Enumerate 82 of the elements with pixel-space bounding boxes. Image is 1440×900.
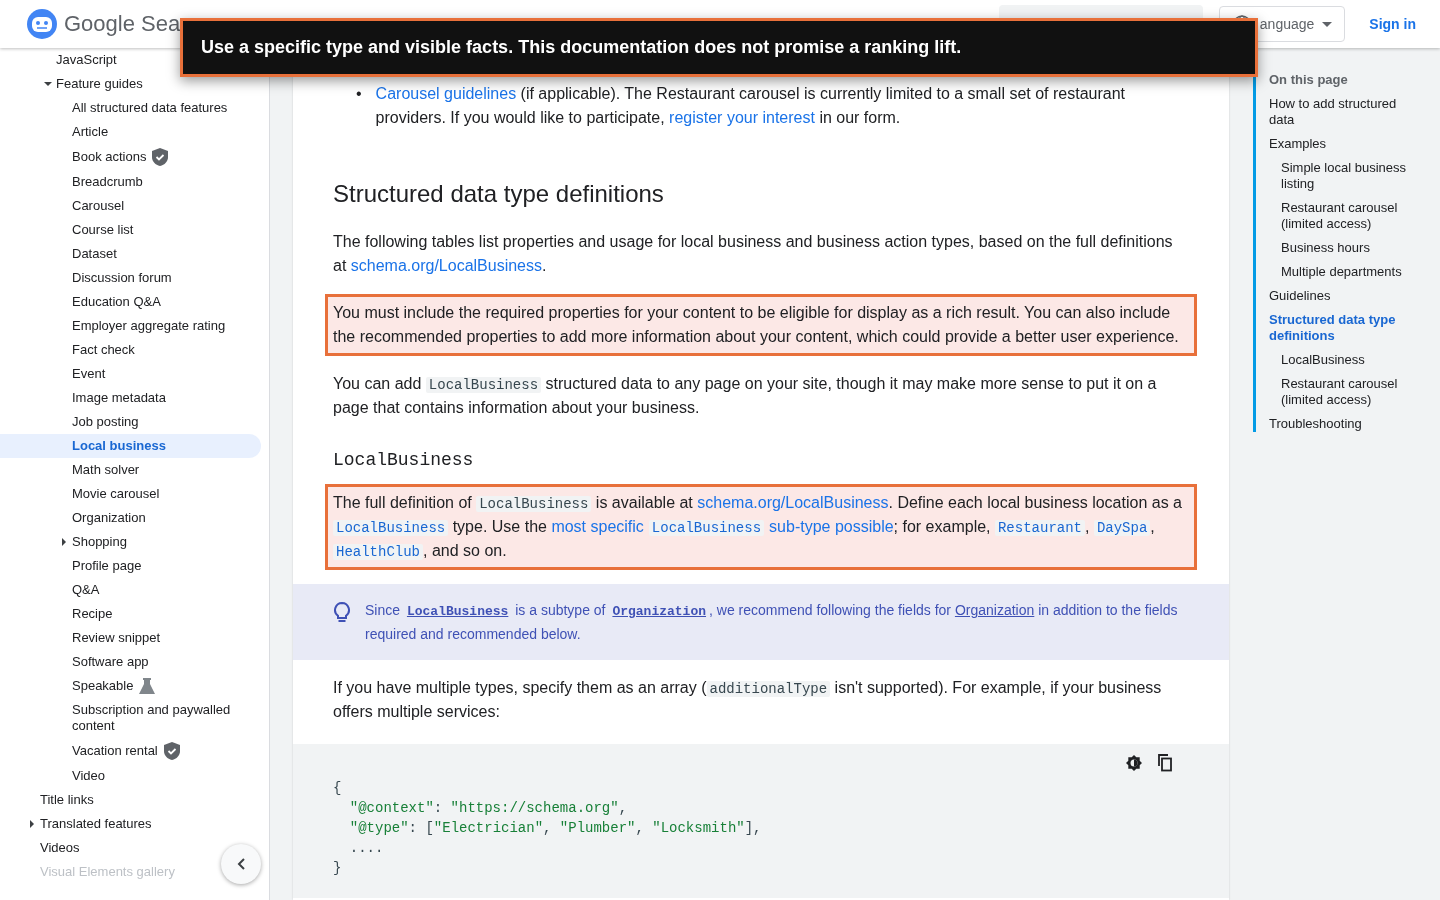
sidebar-item[interactable]: Fact check — [0, 338, 147, 362]
sidebar-item[interactable]: Subscription and paywalled content — [0, 698, 261, 738]
text-link[interactable]: register your interest — [669, 109, 815, 126]
bullet-marker: • — [356, 84, 362, 104]
subsection-heading: LocalBusiness — [333, 449, 475, 472]
code-link[interactable]: Restaurant — [994, 520, 1085, 536]
lightbulb-icon — [333, 602, 351, 624]
sidebar-item[interactable]: Article — [0, 120, 121, 144]
collapsed-arrow-icon[interactable] — [28, 820, 36, 828]
paragraph: The following tables list properties and usage for local business and business action types, based on the full definitions at schema.org/LocalBusiness. — [333, 232, 1174, 276]
code-link[interactable]: LocalBusiness — [333, 520, 449, 536]
bullet-text: Carousel guidelines (if applicable). The Restaurant carousel is currently limited to a small set of restaurant providers. If you would like to participate, register your interest in our form. — [375, 84, 1126, 128]
highlighted-paragraph: You must include the required properties for your content to be eligible for display as a rich result. You can also include the recommended properties to add more information about your content, which could provide a better user experience. — [325, 294, 1197, 356]
sidebar-item[interactable]: Translated features — [0, 812, 164, 836]
toc-link[interactable]: Guidelines — [1269, 288, 1418, 304]
notice-toast: Use a specific type and visible facts. This documentation does not promise a ranking lift. — [180, 18, 1258, 77]
sidebar-item[interactable]: Vacation rental — [0, 738, 192, 764]
sidebar-item[interactable]: Recipe — [0, 602, 125, 626]
toc-link[interactable]: Troubleshooting — [1269, 416, 1418, 432]
sidebar-item[interactable]: Feature guides — [0, 72, 155, 96]
sidebar-item[interactable]: Movie carousel — [0, 482, 172, 506]
paragraph: If you have multiple types, specify them as an array ( additionalType isn't supported). For example, if your business offers multiple services: — [333, 678, 1163, 722]
code-link[interactable]: LocalBusiness — [403, 604, 512, 619]
toc-link[interactable]: Restaurant carousel (limited access) — [1269, 200, 1418, 232]
toc-link[interactable]: How to add structured data — [1269, 96, 1418, 128]
toc-link[interactable]: LocalBusiness — [1269, 352, 1418, 368]
sidebar-item[interactable]: Shopping — [0, 530, 139, 554]
chevron-left-icon — [237, 858, 245, 870]
sidebar-item[interactable]: Speakable — [0, 674, 168, 698]
text-link[interactable]: schema.org/LocalBusiness — [697, 494, 889, 511]
toc-link[interactable]: Restaurant carousel (limited access) — [1269, 376, 1418, 408]
sidebar-item[interactable]: Image metadata — [0, 386, 178, 410]
sidebar-item[interactable]: Education Q&A — [0, 290, 173, 314]
section-heading: Structured data type definitions — [333, 179, 665, 209]
sidebar-item[interactable]: Discussion forum — [0, 266, 184, 290]
note-text: Since LocalBusiness is a subtype of Organization , we recommend following the fields for Organization in addition to the fields required and recommended below. — [365, 601, 1179, 644]
sidebar-item[interactable]: Course list — [0, 218, 146, 242]
code-text: { "@context": "https://schema.org", "@type": ["Electrician", "Plumber", "Locksmith"], .... } — [333, 779, 763, 878]
toc-link[interactable]: Structured data type definitions — [1269, 312, 1418, 344]
dark-mode-toggle-icon[interactable] — [1125, 754, 1143, 772]
text-link[interactable]: most specific — [551, 518, 644, 535]
sidebar-item[interactable]: All structured data features — [0, 96, 240, 120]
sidebar-item[interactable]: Review snippet — [0, 626, 173, 650]
sidebar-item[interactable]: Title links — [0, 788, 106, 812]
sidebar-item[interactable]: JavaScript — [0, 48, 129, 72]
sign-in-link[interactable]: Sign in — [1369, 16, 1416, 32]
sidebar-item[interactable]: Video — [0, 764, 117, 788]
sidebar-item[interactable]: Local business — [0, 434, 261, 458]
toc-link[interactable]: Business hours — [1269, 240, 1418, 256]
text-link[interactable]: Organization — [954, 602, 1035, 618]
code-link[interactable]: Organization — [609, 604, 710, 619]
sidebar-item[interactable]: Organization — [0, 506, 158, 530]
sidebar-item[interactable]: Profile page — [0, 554, 154, 578]
logo-icon[interactable] — [26, 8, 58, 40]
collapsed-arrow-icon[interactable] — [60, 538, 68, 546]
sidebar-item[interactable]: Breadcrumb — [0, 170, 155, 194]
sidebar-item[interactable]: Software app — [0, 650, 161, 674]
caret-icon — [1322, 21, 1333, 27]
sidebar-item[interactable]: Q&A — [0, 578, 112, 602]
toc-link[interactable]: Simple local business listing — [1269, 160, 1418, 192]
sidebar-item[interactable]: Event — [0, 362, 118, 386]
toc-link[interactable]: Examples — [1269, 136, 1418, 152]
text-link[interactable]: Carousel guidelines — [375, 85, 517, 102]
sidebar-item[interactable]: Dataset — [0, 242, 129, 266]
sidebar-item[interactable]: Videos — [0, 836, 92, 860]
toc-link[interactable]: Multiple departments — [1269, 264, 1418, 280]
sidebar-item[interactable]: Job posting — [0, 410, 151, 434]
sidebar-item[interactable]: Employer aggregate rating — [0, 314, 238, 338]
copy-icon[interactable] — [1157, 754, 1173, 772]
code-link[interactable]: LocalBusiness — [648, 520, 765, 536]
expanded-arrow-icon[interactable] — [44, 80, 52, 88]
highlighted-paragraph: The full definition of LocalBusiness is available at schema.org/LocalBusiness. Define each local business location as a LocalBusiness type. Use the most specific LocalBusiness sub-type possible; for example, Restaurant , DaySpa , HealthClub , and so on. — [325, 484, 1197, 570]
sidebar-item[interactable]: Book actions — [0, 144, 181, 170]
sidebar-item[interactable]: Math solver — [0, 458, 152, 482]
sidebar-item[interactable]: Carousel — [0, 194, 137, 218]
toc-title: On this page — [1269, 72, 1349, 88]
site-name[interactable]: Google Sea — [64, 11, 181, 37]
code-link[interactable]: DaySpa — [1093, 520, 1151, 536]
paragraph: You can add LocalBusiness structured data to any page on your site, though it may make more sense to put it on a page that contains information about your business. — [333, 374, 1158, 418]
text-link[interactable]: sub-type possible — [769, 518, 894, 535]
text-link[interactable]: schema.org/LocalBusiness — [350, 257, 542, 274]
code-link[interactable]: HealthClub — [333, 544, 423, 560]
